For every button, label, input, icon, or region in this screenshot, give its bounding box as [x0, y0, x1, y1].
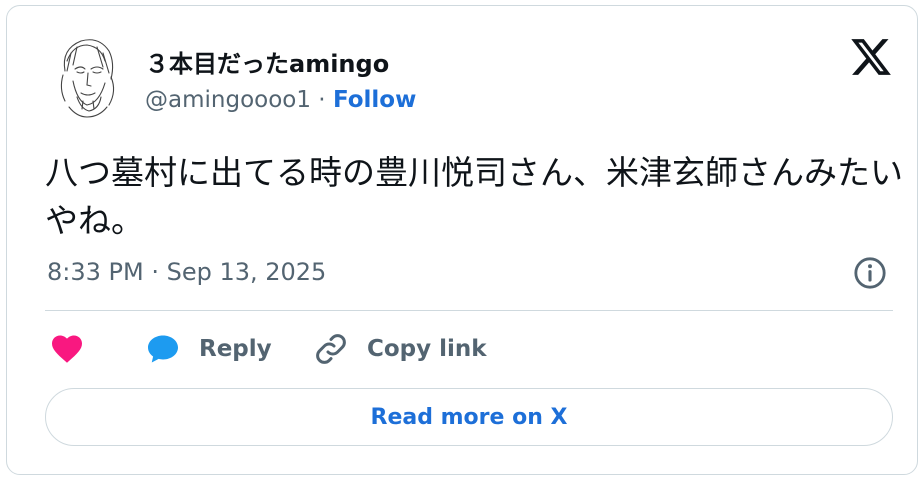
- reply-label: Reply: [199, 336, 272, 362]
- timestamp-link[interactable]: 8:33 PM · Sep 13, 2025: [47, 258, 326, 286]
- tweet-embed-card: ３本目だったamingo @amingoooo1 · Follow 八つ墓村に出…: [6, 5, 918, 475]
- copy-link-label: Copy link: [367, 336, 487, 362]
- display-name[interactable]: ３本目だったamingo: [145, 44, 389, 79]
- copy-link-button[interactable]: Copy link: [313, 328, 487, 370]
- avatar-sketch-image: [60, 39, 115, 118]
- info-icon[interactable]: [853, 256, 887, 290]
- speech-bubble-icon: [148, 335, 178, 363]
- tweet-text: 八つ墓村に出てる時の豊川悦司さん、米津玄師さんみたいやね。: [45, 153, 903, 240]
- handle[interactable]: @amingoooo1: [145, 87, 311, 113]
- like-button[interactable]: [49, 328, 103, 370]
- link-icon: [316, 334, 346, 364]
- divider: [45, 310, 893, 311]
- heart-icon: [52, 335, 82, 363]
- handle-row: @amingoooo1 · Follow: [145, 87, 416, 113]
- read-more-button[interactable]: Read more on X: [45, 388, 893, 446]
- reply-button[interactable]: Reply: [145, 328, 272, 370]
- handle-separator: ·: [311, 87, 333, 113]
- avatar[interactable]: [47, 31, 125, 119]
- follow-link[interactable]: Follow: [333, 87, 416, 113]
- x-logo-icon[interactable]: [849, 34, 893, 80]
